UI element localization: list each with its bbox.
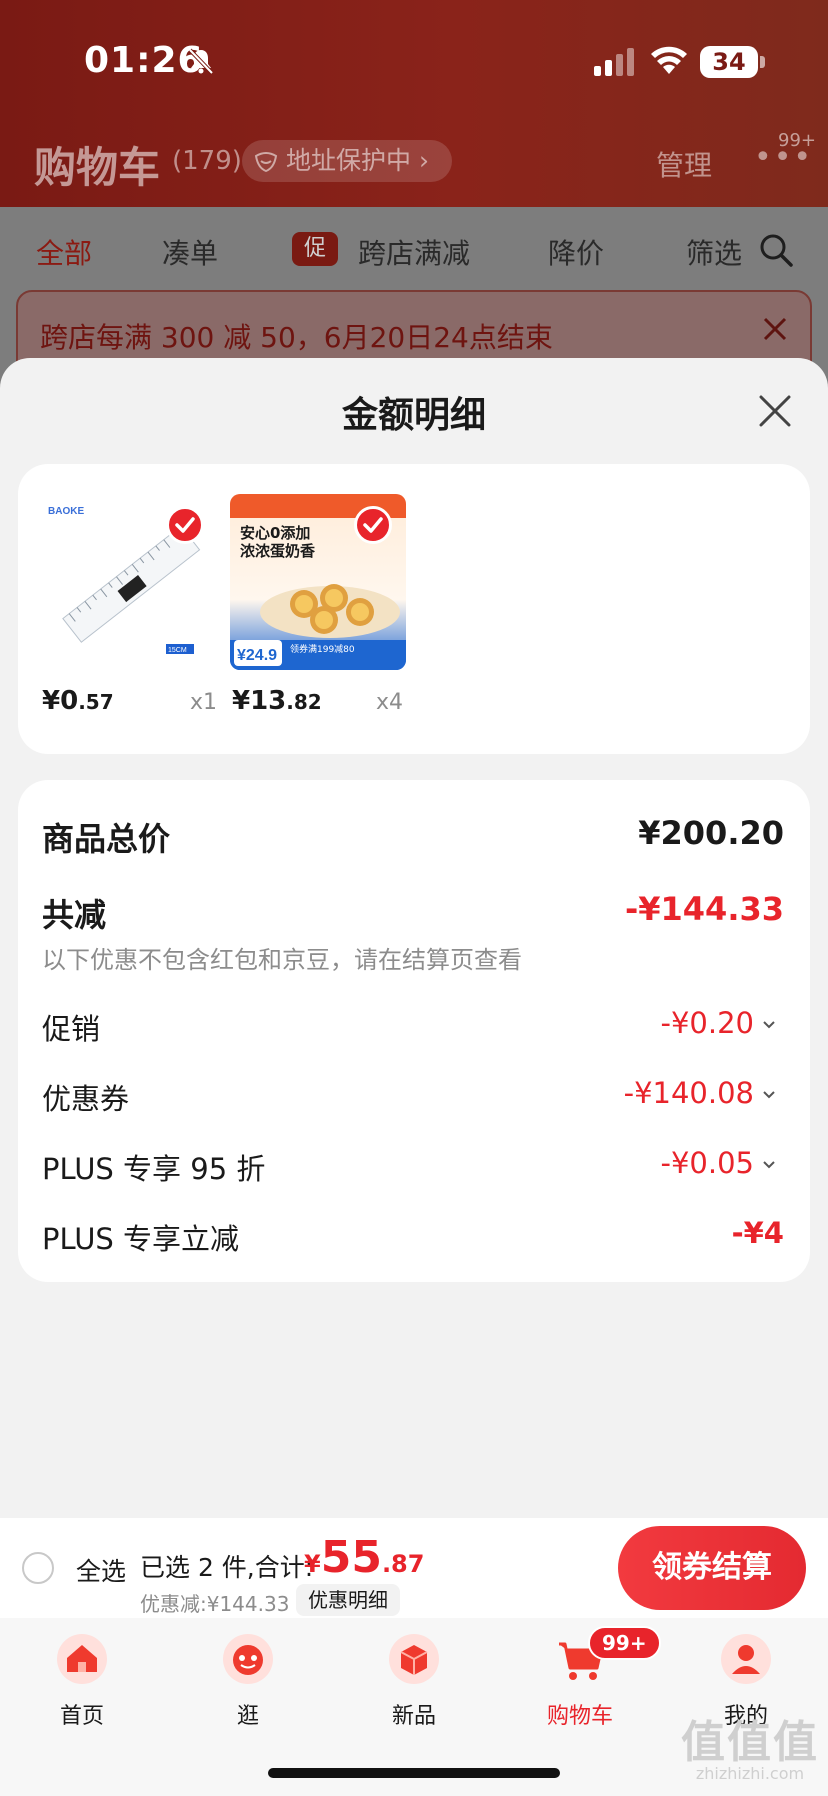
cellular-signal-icon	[594, 48, 634, 76]
nav-new-products-label: 新品	[391, 1704, 436, 1729]
profile-icon	[721, 1634, 771, 1684]
cart-badge: 99+	[588, 1626, 661, 1660]
battery-indicator: 34	[700, 46, 758, 78]
wifi-icon	[651, 46, 687, 74]
product-quantity: x1	[190, 690, 218, 715]
select-all-label[interactable]: 全选	[76, 1552, 126, 1588]
home-indicator	[268, 1768, 560, 1778]
checkout-total: ¥55.87	[304, 1532, 424, 1583]
checkout-button[interactable]: 领券结算	[618, 1526, 806, 1610]
total-decimal: .87	[381, 1550, 425, 1578]
promo-notice-text: 跨店每满 300 减 50，6月20日24点结束	[40, 321, 553, 354]
promo-badge: 促	[292, 232, 338, 266]
tab-price-drop[interactable]: 降价	[548, 232, 604, 272]
shield-icon	[254, 152, 278, 172]
bell-muted-icon	[188, 48, 214, 75]
nav-browse[interactable]: 逛	[188, 1632, 308, 1742]
coupon-label: 优惠券	[42, 1082, 130, 1116]
price-integer: ¥13	[232, 686, 287, 716]
product-image-promo: 领券满199减80	[290, 643, 355, 655]
coupon-value[interactable]: -¥140.08	[624, 1076, 754, 1110]
nav-home[interactable]: 首页	[22, 1632, 142, 1742]
home-icon	[57, 1634, 107, 1684]
address-protection-label: 地址保护中 ›	[286, 146, 429, 175]
total-reduction-label: 共减	[42, 896, 107, 934]
nav-browse-label: 逛	[236, 1704, 259, 1729]
discount-summary: 优惠减:¥144.33	[140, 1592, 290, 1616]
nav-new-products[interactable]: 新品	[354, 1632, 474, 1742]
page-title: 购物车	[34, 143, 161, 192]
product-quantity: x4	[376, 690, 404, 715]
tab-bundle[interactable]: 凑单	[162, 232, 218, 272]
close-icon[interactable]	[762, 316, 788, 342]
tab-filter[interactable]: 筛选	[686, 232, 742, 272]
goods-total-value: ¥200.20	[638, 814, 784, 852]
sheet-title: 金额明细	[341, 395, 486, 436]
tab-cross-store[interactable]: 跨店满减	[358, 232, 470, 272]
selected-check-icon[interactable]	[354, 506, 392, 544]
status-bar: 01:26 34	[0, 0, 828, 120]
nav-home-label: 首页	[59, 1704, 104, 1729]
select-all-radio[interactable]	[22, 1552, 54, 1584]
selected-summary: 已选 2 件,合计:	[140, 1553, 314, 1582]
total-currency: ¥	[304, 1550, 321, 1578]
chevron-down-icon[interactable]	[762, 1160, 776, 1170]
address-protection-pill[interactable]: 地址保护中 ›	[242, 140, 452, 182]
promotion-value[interactable]: -¥0.20	[661, 1006, 755, 1040]
price-integer: ¥0	[42, 686, 79, 716]
ruler-brand-text: BAOKE	[48, 506, 84, 517]
selected-check-icon[interactable]	[166, 506, 204, 544]
site-watermark: 值值值 zhizhizhi.com	[676, 1706, 824, 1783]
browse-icon	[223, 1634, 273, 1684]
plus-instant-value: -¥4	[731, 1216, 784, 1250]
product-image-headline: 安心0添加	[240, 524, 310, 542]
more-badge: 99+	[778, 130, 816, 151]
close-icon[interactable]	[756, 392, 794, 430]
price-decimal: .57	[78, 690, 114, 714]
plus-instant-label: PLUS 专享立减	[42, 1222, 240, 1256]
tab-all[interactable]: 全部	[36, 232, 92, 272]
total-integer: 55	[320, 1532, 382, 1583]
product-image-price: ¥24.9	[237, 647, 277, 664]
chevron-down-icon[interactable]	[762, 1020, 776, 1030]
reduction-note: 以下优惠不包含红包和京豆，请在结算页查看	[42, 946, 522, 974]
plus-discount-value[interactable]: -¥0.05	[661, 1146, 755, 1180]
product-price: ¥0.57	[42, 686, 114, 716]
chevron-down-icon[interactable]	[762, 1090, 776, 1100]
new-products-icon	[389, 1634, 439, 1684]
watermark-url: zhizhizhi.com	[695, 1764, 805, 1783]
goods-total-label: 商品总价	[42, 820, 171, 858]
watermark-logo: 值值值	[681, 1717, 819, 1768]
search-icon[interactable]	[758, 232, 794, 268]
product-price: ¥13.82	[232, 686, 322, 716]
cart-count: (179)	[172, 146, 242, 176]
promotion-label: 促销	[42, 1012, 101, 1046]
total-reduction-value: -¥144.33	[624, 890, 784, 928]
ruler-size-tag: 15CM	[168, 647, 187, 654]
nav-cart-label: 购物车	[546, 1704, 613, 1729]
price-decimal: .82	[286, 690, 322, 714]
discount-detail-link[interactable]: 优惠明细	[296, 1584, 400, 1616]
plus-discount-label: PLUS 专享 95 折	[42, 1152, 266, 1186]
battery-tip	[760, 56, 765, 68]
manage-button[interactable]: 管理	[656, 144, 712, 184]
product-image-headline-2: 浓浓蛋奶香	[240, 542, 315, 560]
